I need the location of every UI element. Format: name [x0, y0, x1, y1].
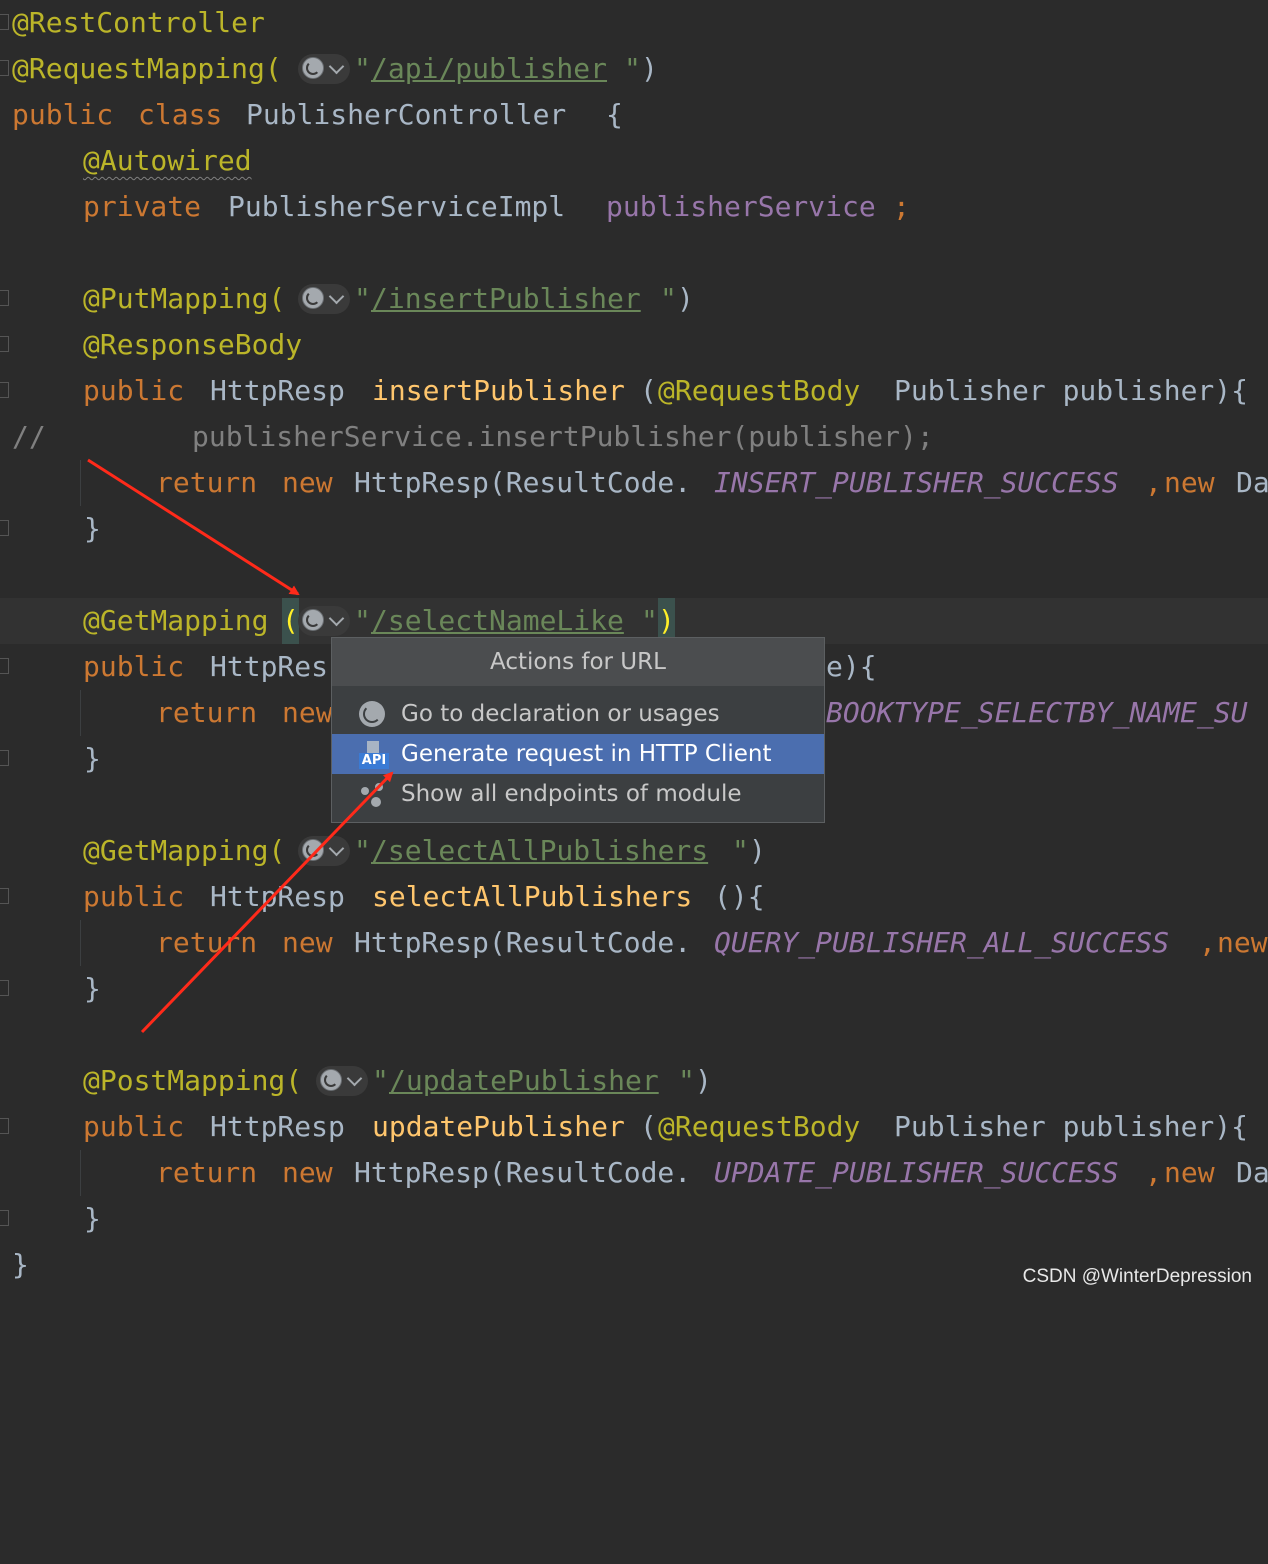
red-arrow-up: [140, 771, 394, 1034]
watermark: CSDN @WinterDepression: [1022, 1266, 1252, 1287]
annotation-arrows: [87, 458, 394, 1034]
red-arrow-down: [87, 458, 300, 596]
